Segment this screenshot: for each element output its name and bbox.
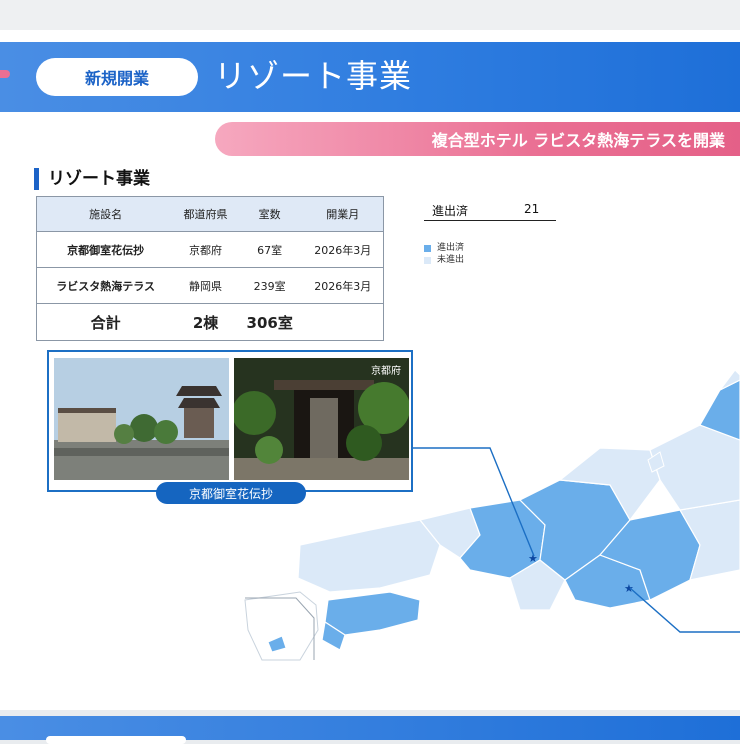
map-legend: 進出済 未進出	[424, 242, 464, 266]
table-header-row: 施設名 都道府県 室数 開業月	[36, 196, 384, 232]
column-header: 室数	[236, 196, 303, 232]
legend-swatch-not-entered	[424, 256, 431, 264]
entered-count: 進出済 21	[424, 200, 556, 221]
facility-name: ラビスタ熱海テラス	[36, 267, 175, 304]
column-header: 都道府県	[174, 196, 237, 232]
prefecture: 静岡県	[174, 267, 237, 304]
slide: 新規開業 リゾート事業 複合型ホテル ラビスタ熱海テラスを開業 リゾート事業 施…	[0, 30, 740, 710]
room-count: 239室	[236, 267, 303, 304]
announcement-text: 複合型ホテル ラビスタ熱海テラスを開業	[431, 131, 725, 150]
table-row: 京都御室花伝抄 京都府 67室 2026年3月	[36, 231, 384, 268]
building-exterior-illustration	[54, 358, 229, 480]
section-marker	[34, 168, 39, 190]
facility-photo-panel: 京都府	[47, 350, 413, 492]
legend-item-entered: 進出済	[424, 242, 464, 254]
pink-accent-dot	[0, 70, 10, 78]
map-region-tohoku-south	[649, 424, 740, 511]
opening-month: 2026年3月	[302, 231, 384, 268]
entered-count-label: 進出済	[432, 204, 469, 218]
column-header: 施設名	[36, 196, 175, 232]
table-row: ラビスタ熱海テラス 静岡県 239室 2026年3月	[36, 267, 384, 304]
entered-count-value: 21	[524, 202, 540, 216]
category-pill: 新規開業	[36, 58, 198, 96]
announcement-bar: 複合型ホテル ラビスタ熱海テラスを開業	[215, 122, 740, 156]
facility-table: 施設名 都道府県 室数 開業月 京都御室花伝抄 京都府 67室 2026年3月 …	[36, 196, 384, 341]
legend-item-not-entered: 未進出	[424, 254, 464, 266]
room-count: 67室	[236, 231, 303, 268]
header-banner: 新規開業 リゾート事業	[0, 42, 740, 112]
legend-label: 進出済	[437, 243, 465, 253]
legend-swatch-entered	[424, 244, 431, 252]
legend-label: 未進出	[437, 255, 465, 265]
facility-name: 京都御室花伝抄	[36, 231, 175, 268]
facility-photo-exterior	[54, 358, 229, 480]
opening-month: 2026年3月	[302, 267, 384, 304]
photo-prefecture-tag: 京都府	[371, 366, 401, 377]
map-region-chugoku	[297, 519, 441, 593]
facility-photo-entrance: 京都府	[234, 358, 409, 480]
column-header: 開業月	[302, 196, 384, 232]
photo-caption: 京都御室花伝抄	[156, 482, 306, 504]
next-slide-pill	[46, 736, 186, 744]
prefecture: 京都府	[174, 231, 237, 268]
section-title: リゾート事業	[48, 169, 150, 189]
page-title: リゾート事業	[214, 57, 413, 95]
map-region-shikoku	[324, 591, 421, 636]
marker-atami-icon: ★	[624, 582, 634, 595]
window-top-strip	[0, 0, 740, 30]
